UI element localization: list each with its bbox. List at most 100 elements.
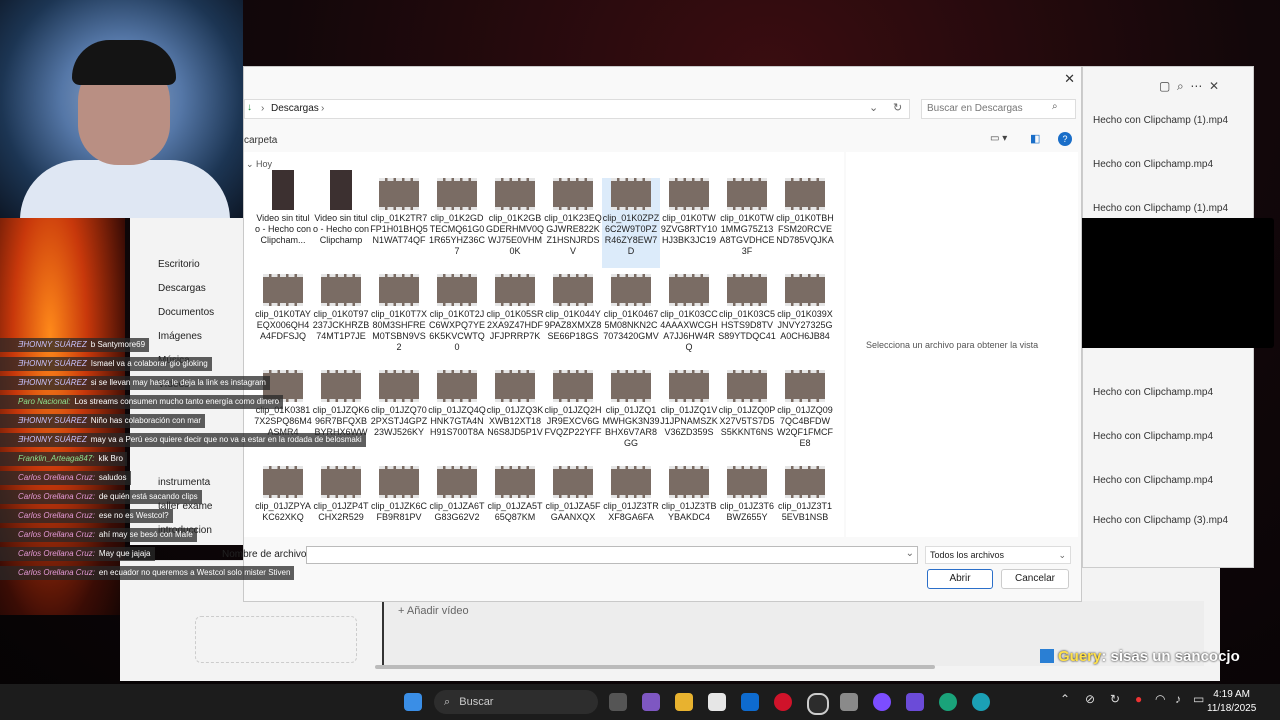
new-folder-button[interactable]: carpeta [244,135,277,146]
video-thumbnail [437,466,477,498]
file-item[interactable]: clip_01JZQ1MWHGK3N39BHX6V7AR8GG [602,370,660,460]
file-item[interactable]: clip_01JZQ0PX27V5TS7D5S5KKNT6NS [718,370,776,460]
file-list-item[interactable]: Hecho con Clipchamp.mp4 [1093,475,1213,486]
app-icon[interactable] [873,693,891,711]
clipchamp-icon[interactable] [906,693,924,711]
file-item[interactable]: clip_01K05SR2XA9Z47HDFJFJPRRP7K [486,274,544,364]
video-thumbnail [379,370,419,402]
help-icon[interactable]: ? [1058,132,1072,146]
media-dropzone[interactable] [195,616,357,663]
file-item[interactable]: clip_01K0T97237JCKHRZB74MT1P7JE [312,274,370,364]
file-item[interactable]: clip_01JZPYAKC62XKQ [254,466,312,537]
refresh-icon[interactable]: ↻ [893,101,902,114]
file-list-item[interactable]: Hecho con Clipchamp (1).mp4 [1093,203,1228,214]
outlook-icon[interactable] [741,693,759,711]
chevron-up-icon[interactable]: ⌃ [1060,692,1070,706]
add-video-button[interactable]: + Añadir vídeo [398,605,469,617]
file-item[interactable]: clip_01JZP4TCHX2R529 [312,466,370,537]
sync-icon[interactable]: ↻ [1110,692,1120,706]
store-icon[interactable] [708,693,726,711]
file-type-select[interactable]: Todos los archivos ⌄ [925,546,1071,564]
file-list-item[interactable]: Hecho con Clipchamp.mp4 [1093,159,1213,170]
file-item[interactable]: clip_01K0TW9ZVG8RTY10HJ3BK3JC19 [660,178,718,268]
close-icon[interactable]: ✕ [1064,71,1075,87]
network-off-icon[interactable]: ⊘ [1085,692,1095,706]
file-item[interactable]: clip_01JZQ3KXWB12XT18N6S8JD5P1V [486,370,544,460]
task-view-icon[interactable] [609,693,627,711]
file-item[interactable]: clip_01K0TBHFSM20RCVEND785VQJKA [776,178,834,268]
file-item[interactable]: clip_01JZK6CFB9R81PV [370,466,428,537]
nav-item[interactable]: Documentos [158,307,214,318]
file-item[interactable]: clip_01K04675M08NKN2C7073420GMV [602,274,660,364]
filename-input[interactable]: ⌄ [306,546,918,564]
file-name: clip_01K0TBHFSM20RCVEND785VQJKA [776,213,834,245]
file-item[interactable]: clip_01K03C5HSTS9D8TVS89YTDQC41 [718,274,776,364]
address-bar[interactable]: ↓ › Descargas › ⌄ ↻ [244,99,910,119]
window-controls[interactable]: ▢ ⌕ ⋯ ✕ [1159,79,1219,94]
file-item[interactable]: clip_01K03CC4AAAXWCGHA7JJ6HW4RQ [660,274,718,364]
chevron-down-icon[interactable]: ⌄ [906,548,914,559]
file-item[interactable]: clip_01K2GDTECMQ61G01R65YHZ36C7 [428,178,486,268]
nav-item[interactable]: instrumenta [158,477,210,488]
opera-icon[interactable] [774,693,792,711]
file-item[interactable]: clip_01K2TR7FP1H01BHQ5N1WAT74QF [370,178,428,268]
copilot-icon[interactable] [642,693,660,711]
file-name: clip_01JZK6CFB9R81PV [370,501,428,522]
file-item[interactable]: clip_01K0ZPZ6C2W9T0PZR46ZY8EW7D [602,178,660,268]
mic-icon[interactable]: ● [1135,692,1142,706]
file-item[interactable]: Video sin titulo - Hecho con Clipchamp [312,170,370,268]
clock[interactable]: 4:19 AM 11/18/2025 [1207,688,1256,716]
file-item[interactable]: clip_01K039XJNVY27325GA0CH6JB84 [776,274,834,364]
start-icon[interactable] [404,693,422,711]
file-list-item[interactable]: Hecho con Clipchamp.mp4 [1093,431,1213,442]
taskbar-search[interactable]: ⌕ Buscar [434,690,598,714]
file-item[interactable]: clip_01JZ3T6BWZ655Y [718,466,776,537]
file-item[interactable]: clip_01K0TW1MMG75Z13A8TGVDHCE3F [718,178,776,268]
edge-dev-icon[interactable] [972,693,990,711]
wifi-icon[interactable]: ◠ [1155,692,1165,706]
file-item[interactable]: clip_01JZA5T65Q87KM [486,466,544,537]
file-item[interactable]: clip_01K0T7X80M3SHFREM0TSBN9VS2 [370,274,428,364]
file-item[interactable]: clip_01JZA6TG83G62V2 [428,466,486,537]
nav-item[interactable]: Escritorio [158,259,200,270]
file-item[interactable]: clip_01K044Y9PAZ8XMXZ8SE66P18GS [544,274,602,364]
file-item[interactable]: clip_01K0T2JC6WXPQ7YE6K5KVCWTQ0 [428,274,486,364]
file-list-item[interactable]: Hecho con Clipchamp (1).mp4 [1093,115,1228,126]
file-explorer-icon[interactable] [675,693,693,711]
file-item[interactable]: clip_01K23EQGJWRE822KZ1HSNJRDSV [544,178,602,268]
edge-icon[interactable] [939,693,957,711]
obs-icon[interactable] [807,693,829,715]
video-thumbnail [611,274,651,306]
file-item[interactable]: clip_01JZ3TBYBAKDC4 [660,466,718,537]
nav-item[interactable]: Descargas [158,283,206,294]
file-item[interactable]: clip_01JZQ2HJR9EXCV6GFVQZP22YFF [544,370,602,460]
video-thumbnail [727,274,767,306]
preview-pane-icon[interactable]: ◧ [1030,132,1040,145]
file-item[interactable]: Video sin titulo - Hecho con Clipcham... [254,170,312,268]
file-name: clip_01K23EQGJWRE822KZ1HSNJRDSV [544,213,602,256]
chevron-down-icon: ⌄ [246,159,257,169]
file-item[interactable]: clip_01JZ3T15EVB1NSB [776,466,834,537]
file-item[interactable]: clip_01K0TAYEQX006QH4A4FDFSJQ [254,274,312,364]
nav-item[interactable]: Imágenes [158,331,202,342]
volume-icon[interactable]: ♪ [1175,692,1181,706]
chat-message: Paro Nacional: Los streams consumen mucho… [0,395,284,409]
file-item[interactable]: clip_01JZQ1VJ1JPNAMSZKV36ZD359S [660,370,718,460]
breadcrumb[interactable]: Descargas [271,103,319,114]
file-item[interactable]: clip_01JZQ4QHNK7GTA4NH91S700T8A [428,370,486,460]
open-button[interactable]: Abrir [927,569,993,589]
file-name: clip_01JZA6TG83G62V2 [429,501,485,522]
file-list-item[interactable]: Hecho con Clipchamp.mp4 [1093,387,1213,398]
file-list-item[interactable]: Hecho con Clipchamp (3).mp4 [1093,515,1228,526]
file-item[interactable]: clip_01K2GBGDERHMV0QWJ75E0VHM0K [486,178,544,268]
file-item[interactable]: clip_01JZQ702PXSTJ4GPZ23WJ526KY [370,370,428,460]
view-options[interactable]: ▭ ▾ [990,133,1007,144]
chevron-down-icon[interactable]: ⌄ [869,101,878,114]
file-item[interactable]: clip_01JZA5FGAANXQX [544,466,602,537]
cancel-button[interactable]: Cancelar [1001,569,1069,589]
file-item[interactable]: clip_01JZQ097QC4BFDWW2QF1FMCFE8 [776,370,834,460]
timeline-scrollbar[interactable] [375,665,935,669]
file-item[interactable]: clip_01JZ3TRXF8GA6FA [602,466,660,537]
battery-icon[interactable]: ▭ [1193,692,1204,706]
settings-icon[interactable] [840,693,858,711]
